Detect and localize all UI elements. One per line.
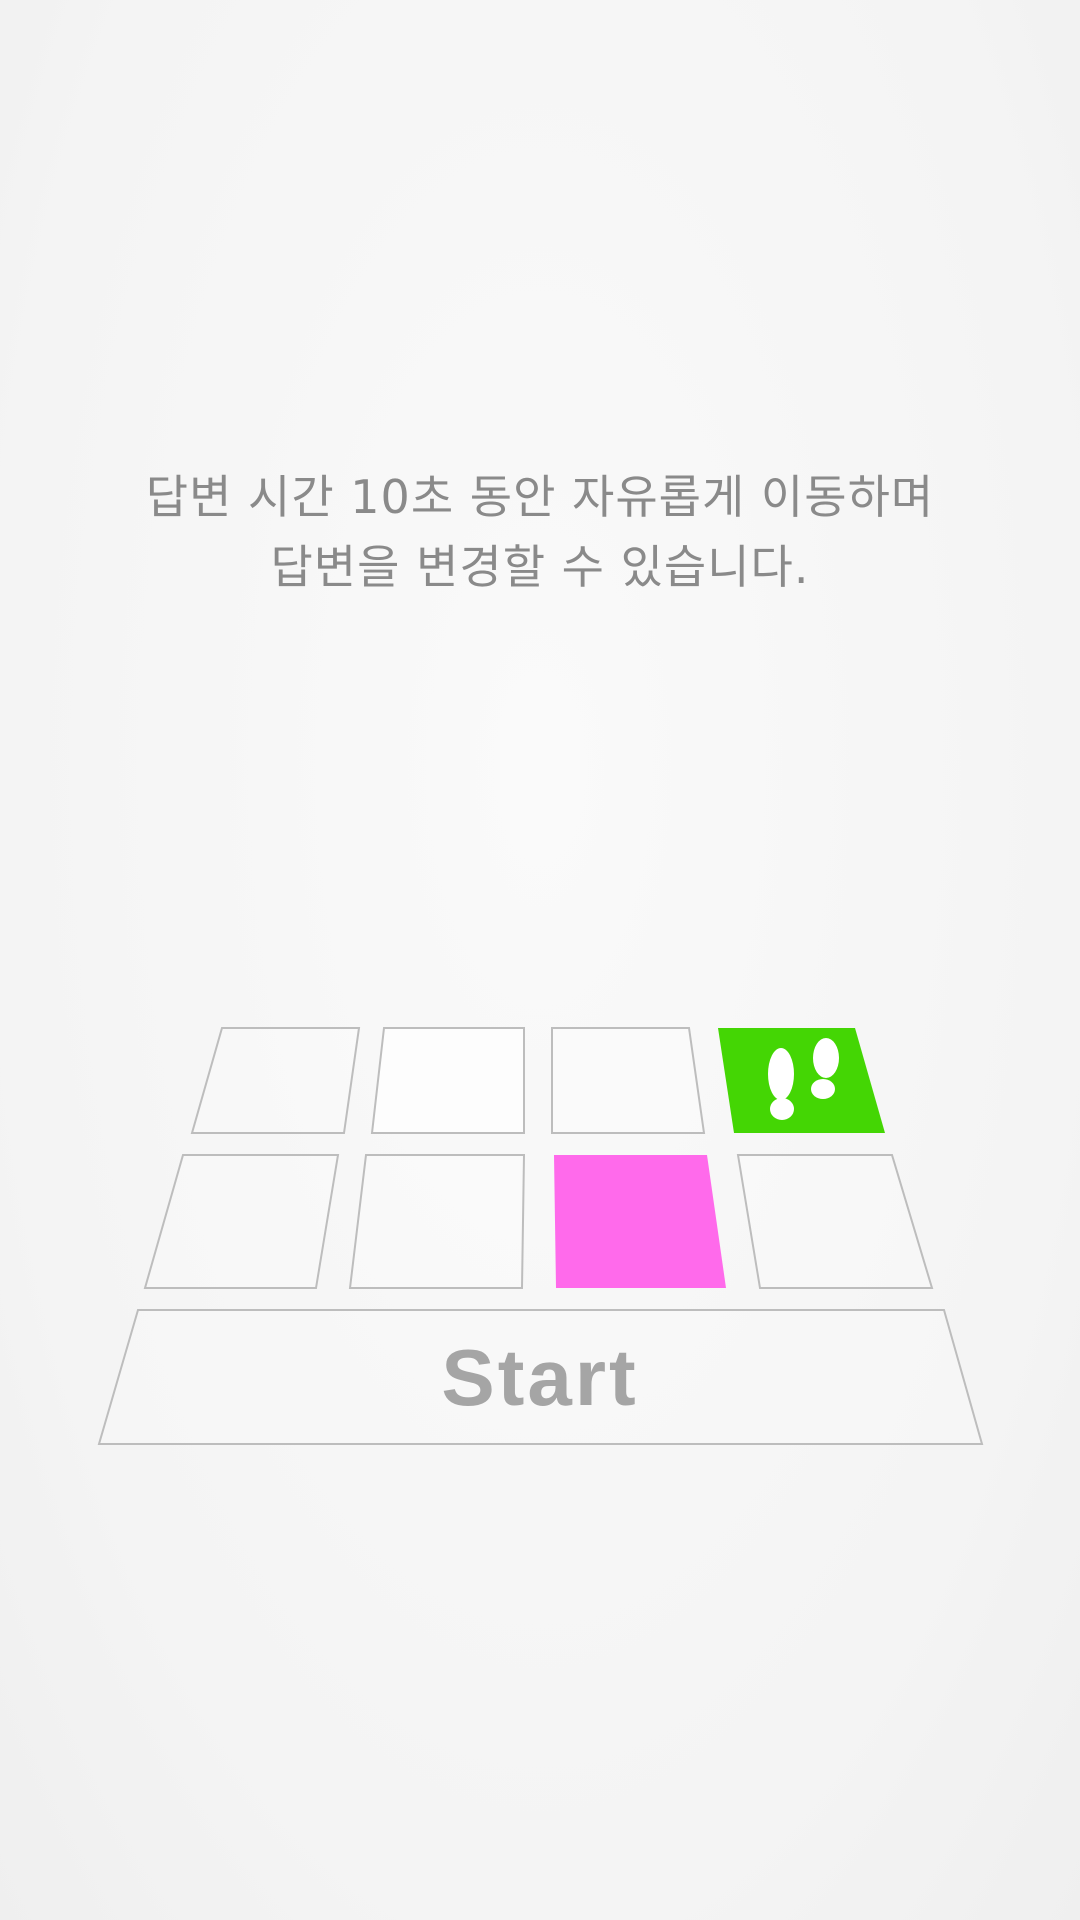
player-tile	[718, 1028, 885, 1133]
tile-r2-c1[interactable]	[143, 1154, 340, 1289]
tile-r2-c3-selected[interactable]	[554, 1155, 726, 1288]
tile-r1-c3[interactable]	[551, 1027, 706, 1134]
tile-r1-c4-player[interactable]	[718, 1028, 885, 1133]
tile-r2-c2[interactable]	[348, 1154, 526, 1289]
tile-board	[97, 1027, 984, 1445]
tile-r2-c4[interactable]	[736, 1154, 934, 1289]
game-screen: 답변 시간 10초 동안 자유롭게 이동하며 답변을 변경할 수 있습니다. S	[0, 0, 1080, 1920]
tile-r1-c2[interactable]	[370, 1027, 525, 1134]
start-tile[interactable]	[97, 1309, 984, 1445]
tile-r1-c1[interactable]	[190, 1027, 361, 1134]
